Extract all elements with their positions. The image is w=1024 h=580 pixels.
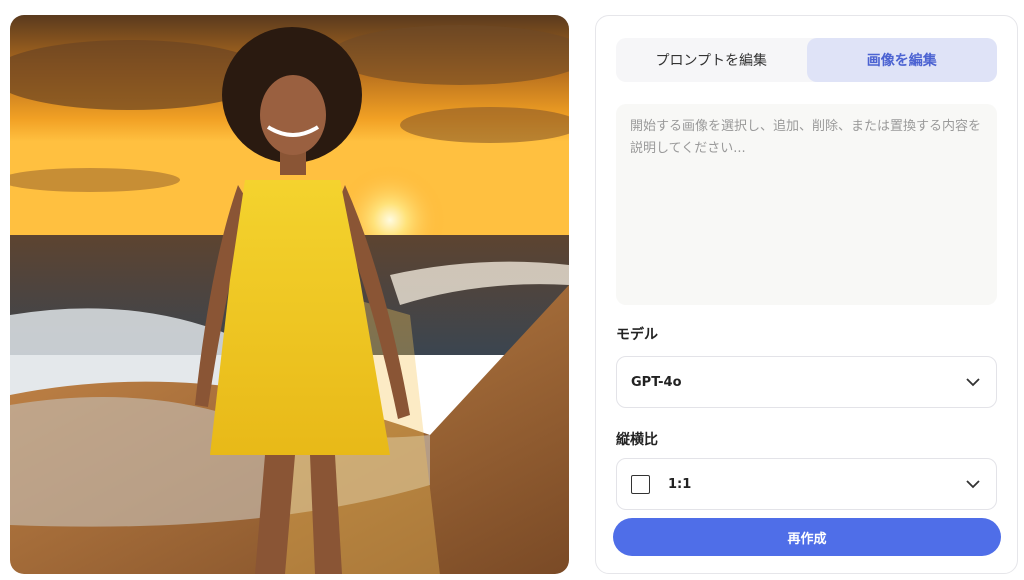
square-ratio-icon xyxy=(631,474,650,494)
chevron-down-icon xyxy=(966,480,980,489)
tab-edit-prompt[interactable]: プロンプトを編集 xyxy=(616,38,807,82)
model-select[interactable]: GPT-4o xyxy=(616,356,997,408)
generated-image xyxy=(10,15,569,574)
aspect-ratio-label: 縦横比 xyxy=(616,432,658,448)
chevron-down-icon xyxy=(966,378,980,387)
tab-edit-image[interactable]: 画像を編集 xyxy=(806,38,997,82)
prompt-input[interactable] xyxy=(630,116,983,293)
aspect-ratio-selected-value: 1:1 xyxy=(668,476,692,492)
model-label: モデル xyxy=(616,327,658,343)
prompt-field xyxy=(616,104,997,305)
beach-sunset-woman-image xyxy=(10,15,569,574)
model-selected-value: GPT-4o xyxy=(631,374,682,390)
mode-tabs: プロンプトを編集 画像を編集 xyxy=(616,38,997,82)
regenerate-button[interactable]: 再作成 xyxy=(613,518,1001,556)
edit-panel: プロンプトを編集 画像を編集 モデル GPT-4o 縦横比 1:1 再作成 xyxy=(595,15,1018,574)
aspect-ratio-select[interactable]: 1:1 xyxy=(616,458,997,510)
